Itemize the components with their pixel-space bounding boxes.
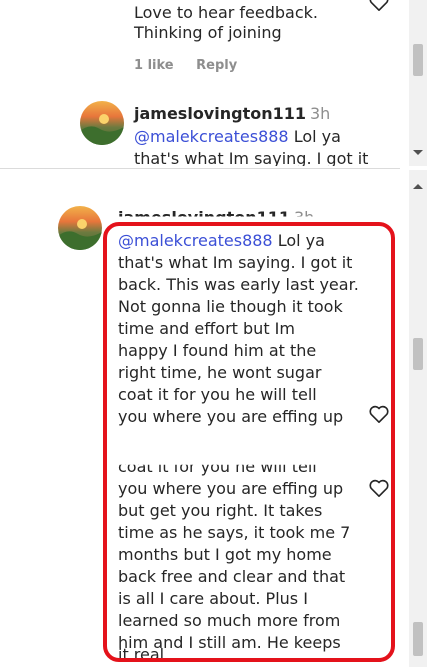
- scrollbar-thumb[interactable]: [413, 44, 423, 76]
- comment-text-line: happy I found him at the: [118, 341, 317, 360]
- comment-text-line: learned so much more from: [118, 611, 341, 630]
- comment-panel-3: coat it for you he will tell you where y…: [0, 432, 427, 667]
- mention-link[interactable]: @malekcreates888: [134, 127, 289, 146]
- comment-text-line: months but I got my home: [118, 545, 332, 564]
- comment-panel-2: jameslovington111 3h @malekcreates888 Lol…: [0, 170, 427, 432]
- scrollbar[interactable]: [409, 432, 427, 667]
- comment-text-line: it real.: [118, 645, 170, 664]
- comment-username[interactable]: jameslovington111 3h: [134, 104, 330, 123]
- comment-text-line: is all I care about. Plus I: [118, 589, 308, 608]
- comment-text-line: back free and clear and that: [118, 567, 346, 586]
- scrollbar[interactable]: [409, 0, 427, 166]
- reply-button[interactable]: Reply: [196, 58, 237, 73]
- comment-text-line: that's what Im saying. I got it: [118, 253, 353, 272]
- comment-text-line: Thinking of joining: [134, 23, 282, 42]
- comment-text-line: coat it for you he will tell: [118, 385, 317, 404]
- avatar[interactable]: [80, 101, 124, 145]
- like-heart-icon[interactable]: [368, 0, 390, 12]
- comment-text-line: that's what Im saying. I got it: [134, 149, 369, 166]
- scrollbar-thumb[interactable]: [413, 338, 423, 370]
- likes-count[interactable]: 1 like: [134, 58, 174, 73]
- comment-text-line: Love to hear feedback.: [134, 3, 319, 22]
- comment-text-line: time as he says, it took me 7: [118, 523, 351, 542]
- comment-text-line: @malekcreates888 Lol ya: [134, 127, 341, 146]
- comment-panel-1: Love to hear feedback. Thinking of joini…: [0, 0, 427, 166]
- like-heart-icon[interactable]: [368, 478, 390, 498]
- comment-meta: 1 like Reply: [134, 58, 255, 73]
- scroll-up-arrow-icon[interactable]: [413, 184, 423, 189]
- comment-text-line: Not gonna lie though it took: [118, 297, 343, 316]
- comment-time: 3h: [294, 208, 315, 227]
- mention-link[interactable]: @malekcreates888: [118, 231, 273, 250]
- like-heart-icon[interactable]: [368, 404, 390, 424]
- comment-text-line: back. This was early last year.: [118, 275, 359, 294]
- comment-time: 3h: [310, 104, 331, 123]
- comment-text-line: you where you are effing up: [118, 479, 344, 498]
- comment-text-line: @malekcreates888 Lol ya: [118, 231, 325, 250]
- scroll-down-arrow-icon[interactable]: [413, 150, 423, 155]
- comment-text-line: right time, he wont sugar: [118, 363, 322, 382]
- comment-text-line: you where you are effing up: [118, 407, 344, 426]
- scrollbar-thumb[interactable]: [413, 622, 423, 656]
- comment-text-line: time and effort but Im: [118, 319, 295, 338]
- comment-username[interactable]: jameslovington111 3h: [118, 208, 315, 227]
- avatar[interactable]: [58, 206, 102, 250]
- comment-text-line: coat it for you he will tell: [118, 457, 317, 476]
- comment-text-line: but get you right. It takes: [118, 501, 323, 520]
- scrollbar[interactable]: [409, 170, 427, 432]
- divider: [0, 168, 400, 169]
